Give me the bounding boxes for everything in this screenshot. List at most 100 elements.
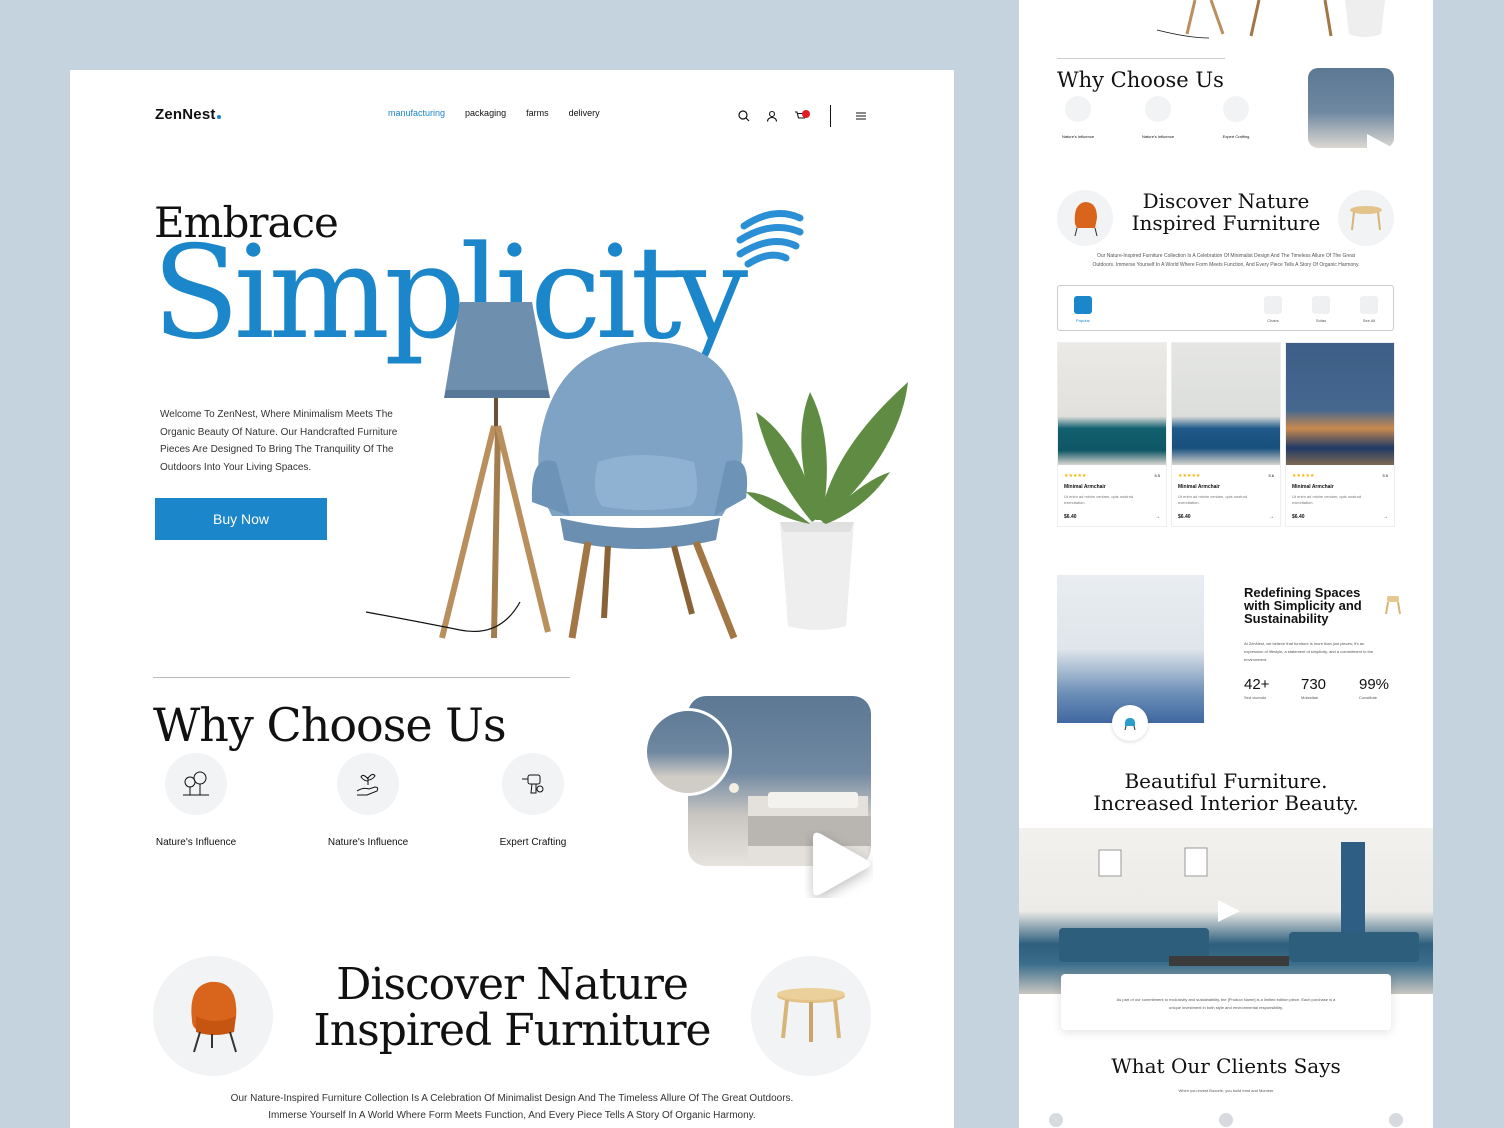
spiral-decoration xyxy=(736,210,804,268)
product-card[interactable]: ★★★★★ 5.6 Minimal Armchair Ut enim ad mi… xyxy=(1171,342,1281,527)
category-tabs: Popular Chairs Sofas See All xyxy=(1057,285,1394,331)
play-icon[interactable] xyxy=(805,830,873,898)
discover-title-line1: Discover Nature xyxy=(336,959,689,1010)
tab-label: Sofas xyxy=(1315,318,1327,323)
landing-page-main: ZenNest manufacturing packaging farms de… xyxy=(70,70,954,1128)
why-choose-us-title: Why Choose Us xyxy=(153,698,507,752)
hero-furniture-crop xyxy=(1156,0,1385,39)
product-price: $6.40 xyxy=(1178,514,1191,520)
feature-item: Expert Crafting xyxy=(1211,96,1261,139)
arrow-right-icon[interactable]: → xyxy=(1269,514,1274,520)
feature-label: Nature's Influence xyxy=(155,837,237,848)
play-icon[interactable] xyxy=(1361,130,1397,166)
landing-page-preview: Why Choose Us Nature's Influence Nature'… xyxy=(1019,0,1433,1128)
logo[interactable]: ZenNest xyxy=(155,106,221,123)
feature-label: Nature's Influence xyxy=(327,837,409,848)
drill-icon xyxy=(502,753,564,815)
product-image xyxy=(1058,343,1166,465)
nav-link-delivery[interactable]: delivery xyxy=(569,108,600,118)
stat-item: 99% Constitute xyxy=(1359,676,1403,700)
product-rating: 5.5 xyxy=(1382,473,1388,478)
chair-icon xyxy=(1264,296,1282,314)
rating-stars: ★★★★★ xyxy=(1292,473,1315,479)
feature-label: Expert Crafting xyxy=(499,837,567,848)
stat-value: 42+ xyxy=(1244,676,1270,693)
stat-value: 99% xyxy=(1359,676,1390,693)
product-name: Minimal Armchair xyxy=(1064,484,1106,490)
tab-chairs[interactable]: Chairs xyxy=(1258,296,1288,323)
beautiful-furniture-title: Beautiful Furniture. Increased Interior … xyxy=(1059,770,1393,814)
product-name: Minimal Armchair xyxy=(1178,484,1220,490)
feature-label: Nature's Influence xyxy=(1141,134,1175,139)
stat-item: 42+ Sed viuendo xyxy=(1244,676,1288,700)
product-price: $6.40 xyxy=(1064,514,1077,520)
product-image xyxy=(1286,343,1394,465)
user-icon[interactable] xyxy=(764,108,780,124)
product-description: Ut enim ad minim veniam, quis nostrud ex… xyxy=(1064,494,1134,505)
nav-actions xyxy=(736,105,869,127)
sofa-icon xyxy=(1312,296,1330,314)
main-nav: manufacturing packaging farms delivery xyxy=(388,108,600,118)
section-divider xyxy=(153,677,570,678)
orange-chair-image xyxy=(153,956,273,1076)
beautiful-title-line1: Beautiful Furniture. xyxy=(1124,769,1328,793)
cart-badge xyxy=(802,110,810,118)
product-rating: 5.6 xyxy=(1268,473,1274,478)
product-description: Ut enim ad minim veniam, quis nostrud ex… xyxy=(1178,494,1248,505)
note-text: As part of our commitment to exclusivity… xyxy=(1116,997,1336,1010)
discover-description: Our Nature-Inspired Furniture Collection… xyxy=(1092,253,1360,268)
logo-text: ZenNest xyxy=(155,106,216,123)
tab-popular[interactable]: Popular xyxy=(1068,296,1098,323)
clients-subtitle: When you invest Booorie, you build trust… xyxy=(1178,1088,1274,1093)
orange-chair-image xyxy=(1057,190,1113,246)
search-icon[interactable] xyxy=(736,108,752,124)
arrow-right-icon[interactable]: → xyxy=(1155,514,1160,520)
stat-label: Sed viuendo xyxy=(1244,695,1267,700)
section-divider xyxy=(1057,58,1225,59)
rating-stars: ★★★★★ xyxy=(1178,473,1201,479)
tab-label: See All xyxy=(1362,318,1376,323)
stat-label: Molestiae xyxy=(1301,695,1319,700)
product-description: Ut enim ad minim veniam, quis nostrud ex… xyxy=(1292,494,1362,505)
play-icon[interactable] xyxy=(1212,896,1242,926)
stool-icon xyxy=(1385,596,1401,615)
feature-expert-crafting: Expert Crafting xyxy=(478,753,588,848)
living-room-image xyxy=(1057,575,1204,723)
stat-label: Constitute xyxy=(1359,695,1378,700)
nav-link-manufacturing[interactable]: manufacturing xyxy=(388,108,445,118)
drill-icon xyxy=(1223,96,1249,122)
plant-hand-icon xyxy=(1145,96,1171,122)
product-image xyxy=(1172,343,1280,465)
product-card[interactable]: ★★★★★ 5.5 Minimal Armchair Ut enim ad mi… xyxy=(1057,342,1167,527)
product-price: $6.40 xyxy=(1292,514,1305,520)
cart-icon[interactable] xyxy=(792,108,810,124)
grid-icon xyxy=(1360,296,1378,314)
buy-now-button[interactable]: Buy Now xyxy=(155,498,327,540)
discover-title-line2: Inspired Furniture xyxy=(313,1005,711,1056)
menu-icon[interactable] xyxy=(853,108,869,124)
discover-title: Discover Nature Inspired Furniture xyxy=(1119,190,1333,234)
feature-label: Nature's Influence xyxy=(1061,134,1095,139)
tab-sofas[interactable]: Sofas xyxy=(1306,296,1336,323)
avatar xyxy=(1389,1113,1403,1127)
discover-title: Discover Nature Inspired Furniture xyxy=(270,962,754,1054)
hero-furniture-image xyxy=(365,302,908,640)
nav-link-farms[interactable]: farms xyxy=(526,108,549,118)
rating-stars: ★★★★★ xyxy=(1064,473,1087,479)
armchair-badge-icon xyxy=(1112,705,1148,741)
nav-link-packaging[interactable]: packaging xyxy=(465,108,506,118)
star-icon xyxy=(1074,296,1092,314)
redefining-description: At ZenNest, we believe that furniture is… xyxy=(1244,641,1374,662)
beautiful-title-line2: Increased Interior Beauty. xyxy=(1093,791,1359,815)
tab-label: Chairs xyxy=(1267,318,1279,323)
stat-item: 730 Molestiae xyxy=(1301,676,1345,700)
arrow-right-icon[interactable]: → xyxy=(1383,514,1388,520)
tab-see-all[interactable]: See All xyxy=(1354,296,1384,323)
feature-label: Expert Crafting xyxy=(1222,134,1250,139)
clients-title: What Our Clients Says xyxy=(1111,1054,1341,1078)
hero-description: Welcome To ZenNest, Where Minimalism Mee… xyxy=(160,409,398,473)
trees-icon xyxy=(165,753,227,815)
product-card[interactable]: ★★★★★ 5.5 Minimal Armchair Ut enim ad mi… xyxy=(1285,342,1395,527)
video-preview-circle xyxy=(644,708,732,796)
feature-natures-influence-2: Nature's Influence xyxy=(313,753,423,848)
